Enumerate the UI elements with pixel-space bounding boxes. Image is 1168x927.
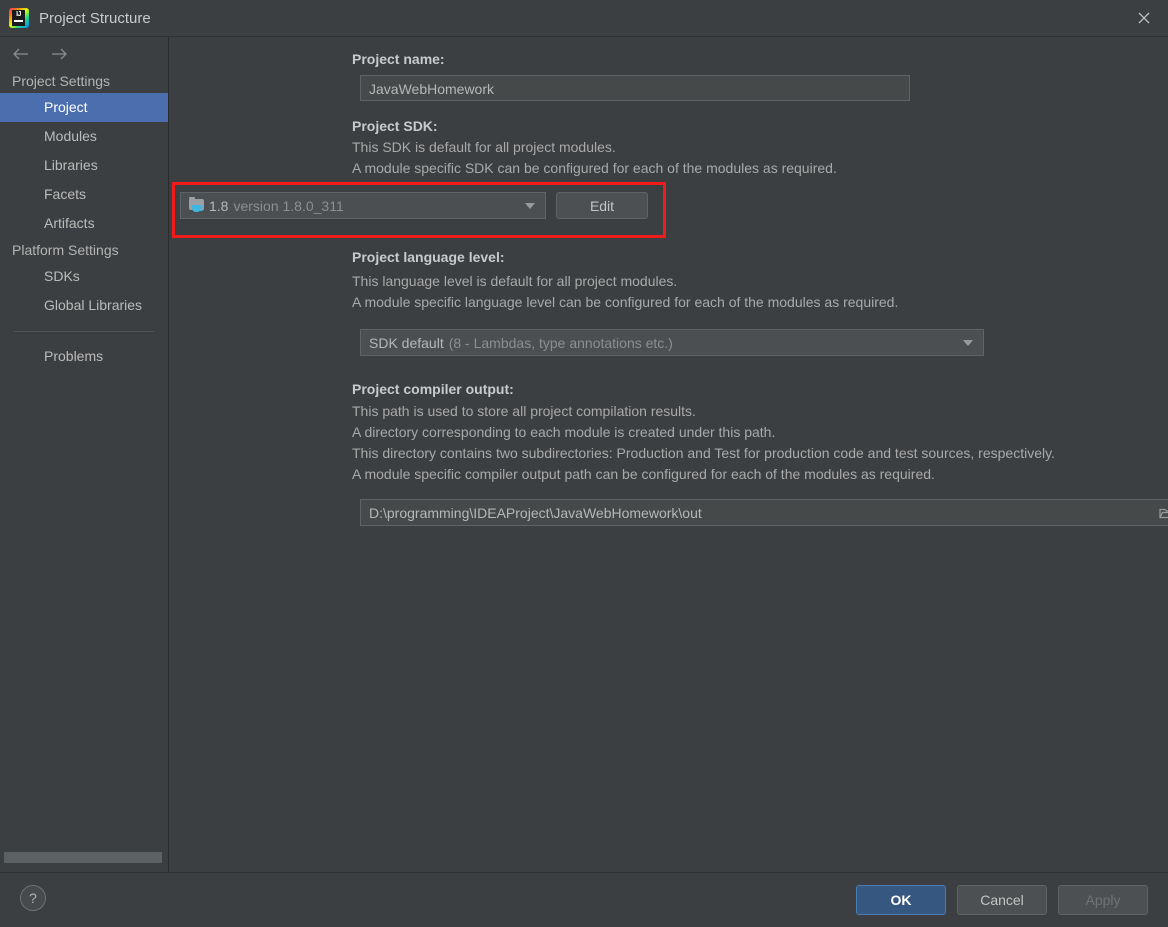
sidebar-item-sdks[interactable]: SDKs xyxy=(0,262,168,291)
navigation-arrows xyxy=(0,39,168,69)
project-sdk-row: 1.8 version 1.8.0_311 Edit xyxy=(180,192,648,219)
cancel-button[interactable]: Cancel xyxy=(957,885,1047,915)
project-language-level-label: Project language level: xyxy=(352,249,505,265)
sidebar-item-global-libraries[interactable]: Global Libraries xyxy=(0,291,168,320)
arrow-left-icon[interactable] xyxy=(10,44,32,64)
project-sdk-name: 1.8 xyxy=(209,197,229,214)
logo-bar xyxy=(14,20,23,22)
dialog-body: Project Settings Project Modules Librari… xyxy=(0,37,1168,873)
logo-letters: IJ xyxy=(16,11,21,18)
sidebar-item-facets[interactable]: Facets xyxy=(0,180,168,209)
project-sdk-label: Project SDK: xyxy=(352,118,438,134)
window-title: Project Structure xyxy=(39,9,151,27)
language-level-desc-2: A module specific language level can be … xyxy=(352,294,899,310)
project-name-label: Project name: xyxy=(352,51,445,67)
sidebar-item-project[interactable]: Project xyxy=(0,93,168,122)
language-level-detail: (8 - Lambdas, type annotations etc.) xyxy=(448,334,673,351)
sidebar-item-libraries[interactable]: Libraries xyxy=(0,151,168,180)
ok-button[interactable]: OK xyxy=(856,885,946,915)
java-sdk-folder-icon xyxy=(189,197,205,213)
edit-sdk-button[interactable]: Edit xyxy=(556,192,648,219)
apply-button[interactable]: Apply xyxy=(1058,885,1148,915)
chevron-down-icon xyxy=(525,202,535,209)
sidebar-item-artifacts[interactable]: Artifacts xyxy=(0,209,168,238)
dialog-button-bar: OK Cancel Apply xyxy=(856,885,1148,915)
sidebar-group-platform-settings: Platform Settings xyxy=(12,242,119,258)
sidebar: Project Settings Project Modules Librari… xyxy=(0,37,169,873)
project-sdk-desc-2: A module specific SDK can be configured … xyxy=(352,160,837,176)
close-icon[interactable] xyxy=(1120,0,1168,36)
compiler-output-desc-3: This directory contains two subdirectori… xyxy=(352,445,1055,461)
project-sdk-desc-1: This SDK is default for all project modu… xyxy=(352,139,616,155)
dialog-footer: ? OK Cancel Apply xyxy=(0,872,1168,927)
compiler-output-desc-1: This path is used to store all project c… xyxy=(352,403,696,419)
project-name-input[interactable]: JavaWebHomework xyxy=(360,75,910,101)
chevron-down-icon xyxy=(963,339,973,346)
sidebar-item-modules[interactable]: Modules xyxy=(0,122,168,151)
compiler-output-path-input[interactable]: D:\programming\IDEAProject\JavaWebHomewo… xyxy=(360,499,1168,526)
project-compiler-output-label: Project compiler output: xyxy=(352,381,514,397)
language-level-value: SDK default xyxy=(369,334,444,351)
project-language-level-combobox[interactable]: SDK default (8 - Lambdas, type annotatio… xyxy=(360,329,984,356)
sidebar-horizontal-scrollbar[interactable] xyxy=(4,852,162,863)
arrow-right-icon[interactable] xyxy=(48,44,70,64)
intellij-idea-logo-icon: IJ xyxy=(9,8,29,28)
compiler-output-desc-4: A module specific compiler output path c… xyxy=(352,466,935,482)
folder-browse-icon[interactable] xyxy=(1159,506,1168,519)
compiler-output-path-value: D:\programming\IDEAProject\JavaWebHomewo… xyxy=(369,504,702,521)
sidebar-item-problems[interactable]: Problems xyxy=(0,342,168,371)
title-bar: IJ Project Structure xyxy=(0,0,1168,37)
language-level-desc-1: This language level is default for all p… xyxy=(352,273,678,289)
compiler-output-desc-2: A directory corresponding to each module… xyxy=(352,424,776,440)
project-sdk-version: version 1.8.0_311 xyxy=(233,197,344,214)
sidebar-group-project-settings: Project Settings xyxy=(12,73,111,89)
project-sdk-combobox[interactable]: 1.8 version 1.8.0_311 xyxy=(180,192,546,219)
content-panel: Project name: JavaWebHomework Project SD… xyxy=(169,37,1168,873)
sidebar-divider xyxy=(14,331,154,332)
help-button[interactable]: ? xyxy=(20,885,46,911)
